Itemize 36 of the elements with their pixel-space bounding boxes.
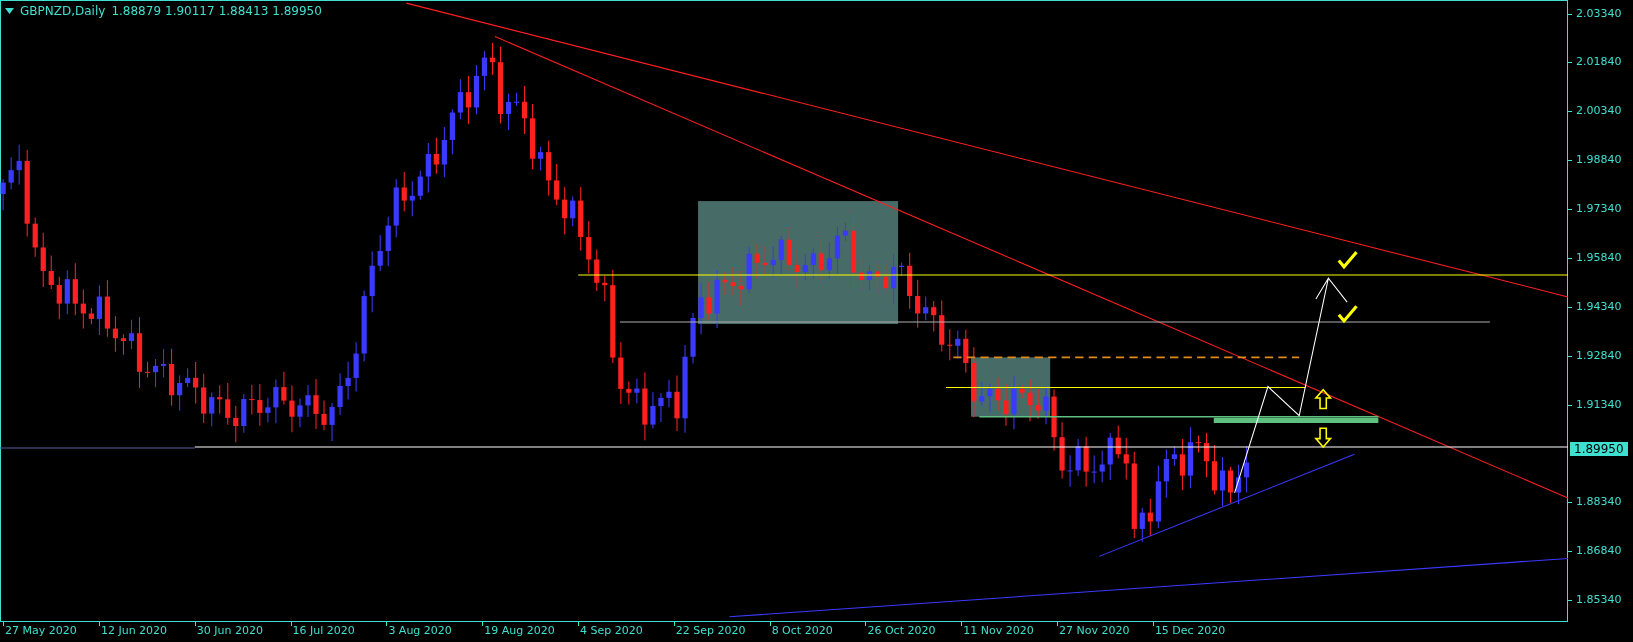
check-icon [1337,305,1358,324]
date-label: 15 Dec 2020 [1154,624,1226,637]
price-tick-label: 2.03340 [1576,6,1622,20]
price-tick-label: 2.00340 [1576,104,1622,118]
price-tick-label: 1.94340 [1576,299,1622,313]
up-arrow-icon [1314,388,1333,410]
date-label: 8 Oct 2020 [771,624,833,637]
date-label: 22 Sep 2020 [675,624,746,637]
price-tick-label: 1.85340 [1576,593,1622,607]
ohlc-value: 1.88879 [111,4,161,18]
price-tick-label: 1.95840 [1576,250,1622,264]
ohlc-value: 1.88413 [218,4,269,18]
date-label: 27 May 2020 [5,624,77,637]
check-icon [1337,251,1358,270]
price-tick-label: 1.98840 [1576,153,1622,167]
date-label: 26 Oct 2020 [867,624,936,637]
price-tick-label: 1.88340 [1576,495,1622,509]
symbol-label: GBPNZD,Daily [20,4,106,18]
price-tick-label: 1.97340 [1576,202,1622,216]
date-label: 19 Aug 2020 [484,624,555,637]
date-label: 3 Aug 2020 [388,624,452,637]
price-tick-label: 1.92840 [1576,348,1622,362]
date-label: 4 Sep 2020 [580,624,643,637]
date-label: 30 Jun 2020 [196,624,263,637]
ohlc-value: 1.90117 [165,4,215,18]
ohlc-value: 1.89950 [272,4,322,18]
price-tick-label: 1.91340 [1576,397,1622,411]
down-arrow-icon [1314,427,1333,449]
current-price-label: 1.89950 [1570,441,1628,456]
date-label: 11 Nov 2020 [963,624,1034,637]
price-tick-label: 1.86840 [1576,544,1622,558]
price-tick-label: 2.01840 [1576,55,1622,69]
date-label: 16 Jul 2020 [292,624,355,637]
date-label: 12 Jun 2020 [100,624,168,637]
date-label: 27 Nov 2020 [1059,624,1130,637]
dropdown-caret-icon[interactable] [5,8,14,14]
